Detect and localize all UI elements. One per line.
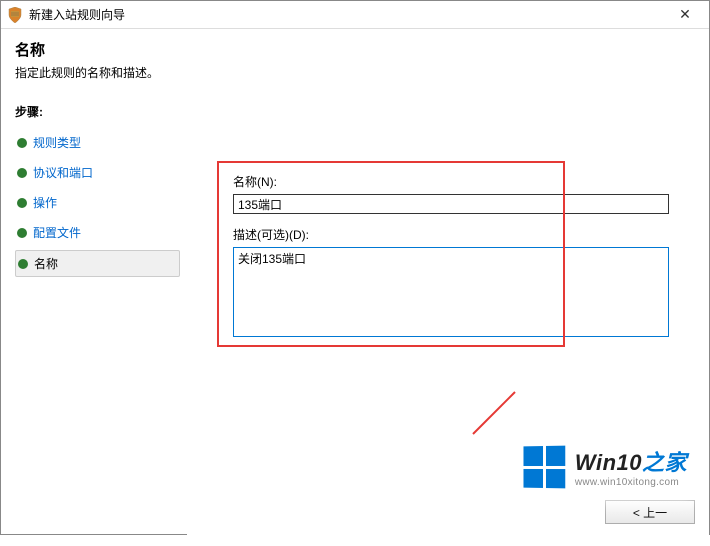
close-button[interactable]: ✕ xyxy=(665,2,705,28)
annotation-arrow-icon xyxy=(467,390,517,440)
description-label: 描述(可选)(D): xyxy=(233,226,669,243)
bullet-icon xyxy=(17,228,27,238)
wizard-header: 名称 指定此规则的名称和描述。 xyxy=(1,29,709,93)
back-button[interactable]: < 上一 xyxy=(605,500,695,524)
firewall-icon xyxy=(7,7,23,23)
title-bar: 新建入站规则向导 ✕ xyxy=(1,1,709,29)
windows-logo-icon xyxy=(523,445,565,488)
bullet-icon xyxy=(17,198,27,208)
name-input[interactable] xyxy=(233,194,669,214)
name-field-group: 名称(N): xyxy=(233,173,669,214)
step-label: 操作 xyxy=(33,194,57,211)
steps-sidebar: 步骤: 规则类型 协议和端口 操作 配置文件 名称 xyxy=(1,93,187,546)
step-rule-type[interactable]: 规则类型 xyxy=(15,130,180,155)
bullet-icon xyxy=(18,259,28,269)
page-subtitle: 指定此规则的名称和描述。 xyxy=(15,64,695,81)
wizard-button-bar: < 上一 xyxy=(605,500,695,524)
watermark: Win10之家 www.win10xitong.com xyxy=(515,441,695,492)
watermark-title: Win10之家 xyxy=(575,445,687,477)
steps-heading: 步骤: xyxy=(15,103,180,120)
watermark-url: www.win10xitong.com xyxy=(575,477,679,488)
page-title: 名称 xyxy=(15,39,695,60)
step-profile[interactable]: 配置文件 xyxy=(15,220,180,245)
step-action[interactable]: 操作 xyxy=(15,190,180,215)
step-name[interactable]: 名称 xyxy=(15,250,180,277)
step-label: 规则类型 xyxy=(33,134,81,151)
window-title: 新建入站规则向导 xyxy=(29,6,665,23)
step-label: 名称 xyxy=(34,255,58,272)
description-input[interactable] xyxy=(233,247,669,337)
step-label: 协议和端口 xyxy=(33,164,93,181)
bullet-icon xyxy=(17,138,27,148)
bullet-icon xyxy=(17,168,27,178)
description-field-group: 描述(可选)(D): xyxy=(233,226,669,340)
name-label: 名称(N): xyxy=(233,173,669,190)
step-label: 配置文件 xyxy=(33,224,81,241)
step-protocol-ports[interactable]: 协议和端口 xyxy=(15,160,180,185)
